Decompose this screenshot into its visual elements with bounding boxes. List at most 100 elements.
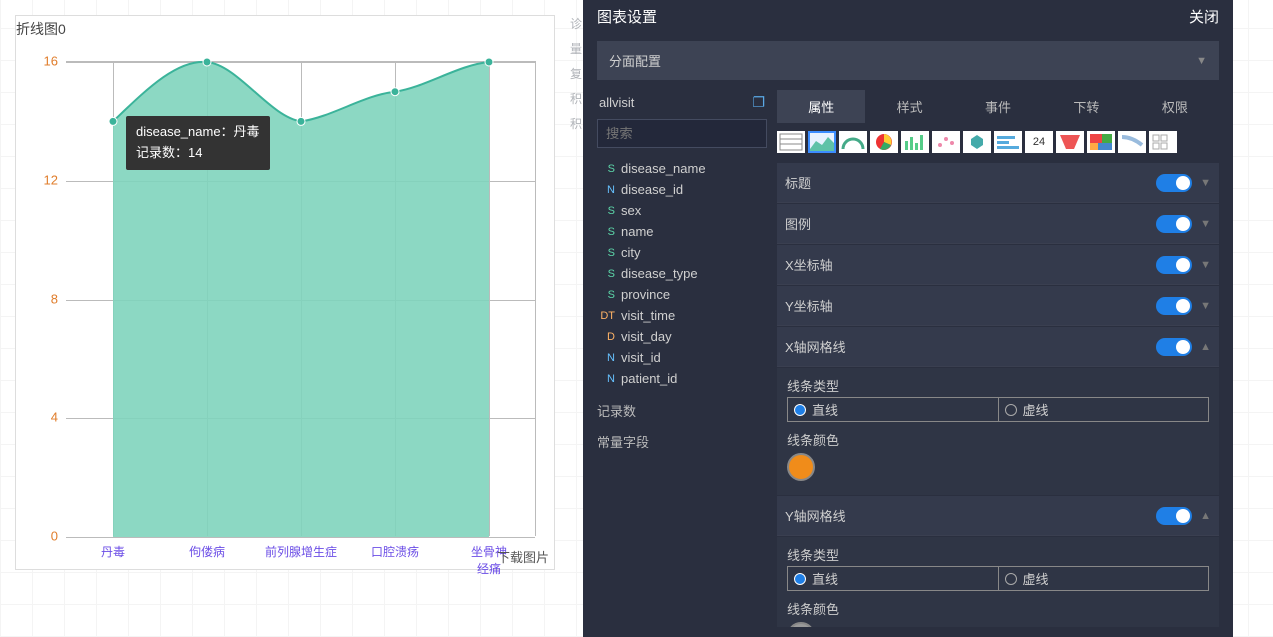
radio-dashed[interactable]: 虚线 (998, 398, 1209, 421)
field-item-disease_id[interactable]: Ndisease_id (597, 179, 767, 200)
field-type-badge: S (597, 268, 615, 280)
collapse-icon[interactable] (1200, 510, 1211, 522)
y-tick-8: 8 (23, 291, 58, 306)
panel-tabs: 属性 样式 事件 下转 权限 (777, 90, 1219, 123)
chart-type-funnel-icon[interactable] (1056, 131, 1084, 153)
tab-permission[interactable]: 权限 (1131, 90, 1219, 123)
panel-title: 图表设置 (597, 6, 657, 27)
record-count-label[interactable]: 记录数 (597, 401, 767, 420)
field-name: disease_name (621, 161, 706, 176)
toggle-yaxis[interactable] (1156, 297, 1192, 315)
field-type-badge: S (597, 205, 615, 217)
field-type-badge: DT (597, 310, 615, 322)
field-item-province[interactable]: Sprovince (597, 284, 767, 305)
field-type-badge: S (597, 226, 615, 238)
toggle-xaxis[interactable] (1156, 256, 1192, 274)
xgrid-sub-block: 线条类型 直线 虚线 线条颜色 (777, 368, 1219, 495)
chart-type-table-icon[interactable] (777, 131, 805, 153)
xgrid-color-swatch[interactable] (787, 453, 815, 481)
field-item-name[interactable]: Sname (597, 221, 767, 242)
field-name: province (621, 287, 670, 302)
chart-pane: 折线图0 disease (15, 15, 555, 570)
chart-type-number-icon[interactable]: 24 (1025, 131, 1053, 153)
chart-type-area-icon[interactable] (808, 131, 836, 153)
tab-events[interactable]: 事件 (954, 90, 1042, 123)
field-type-badge: S (597, 247, 615, 259)
radio-solid[interactable]: 直线 (788, 567, 998, 590)
line-type-label: 线条类型 (787, 545, 1209, 564)
field-type-badge: N (597, 352, 615, 364)
radio-dot-off-icon (1005, 573, 1017, 585)
field-type-badge: S (597, 163, 615, 175)
expand-icon[interactable] (1200, 259, 1211, 271)
chart-type-scatter-icon[interactable] (932, 131, 960, 153)
radio-dot-on-icon (794, 573, 806, 585)
field-item-visit_id[interactable]: Nvisit_id (597, 347, 767, 368)
copy-icon[interactable]: ❐ (752, 94, 765, 111)
prop-ygrid-row[interactable]: Y轴网格线 (777, 496, 1219, 536)
field-type-badge: N (597, 373, 615, 385)
toggle-xgrid[interactable] (1156, 338, 1192, 356)
chart-type-hex-icon[interactable] (963, 131, 991, 153)
panel-header: 图表设置 关闭 (583, 0, 1233, 33)
field-name: visit_time (621, 308, 675, 323)
collapse-icon[interactable] (1200, 341, 1211, 353)
y-tick-16: 16 (23, 54, 58, 69)
field-type-badge: S (597, 289, 615, 301)
data-source-row: allvisit ❐ (597, 90, 767, 119)
prop-legend-row[interactable]: 图例 (777, 204, 1219, 244)
plot-area (66, 61, 536, 536)
expand-icon[interactable] (1200, 300, 1211, 312)
field-item-disease_name[interactable]: Sdisease_name (597, 158, 767, 179)
field-name: disease_type (621, 266, 698, 281)
expand-icon[interactable] (1200, 177, 1211, 189)
side-sliver: 诊 量 复 积 积 (570, 15, 582, 132)
toggle-legend[interactable] (1156, 215, 1192, 233)
ygrid-sub-block: 线条类型 直线 虚线 线条颜色 (777, 537, 1219, 627)
facet-config-bar[interactable]: 分面配置 ▼ (597, 41, 1219, 80)
toggle-title[interactable] (1156, 174, 1192, 192)
chart-type-row: 24 (777, 131, 1219, 153)
radio-dot-on-icon (794, 404, 806, 416)
field-item-disease_type[interactable]: Sdisease_type (597, 263, 767, 284)
chart-type-matrix-icon[interactable] (1149, 131, 1177, 153)
field-item-sex[interactable]: Ssex (597, 200, 767, 221)
prop-title-row[interactable]: 标题 (777, 163, 1219, 203)
chart-type-sankey-icon[interactable] (1118, 131, 1146, 153)
chart-type-bar-icon[interactable] (901, 131, 929, 153)
props-column: 属性 样式 事件 下转 权限 24 (777, 90, 1219, 627)
field-name: city (621, 245, 641, 260)
chart-type-hbar-icon[interactable] (994, 131, 1022, 153)
ygrid-color-swatch[interactable] (787, 622, 815, 627)
field-item-city[interactable]: Scity (597, 242, 767, 263)
prop-xgrid-row[interactable]: X轴网格线 (777, 327, 1219, 367)
chevron-down-icon: ▼ (1196, 55, 1207, 67)
tab-attributes[interactable]: 属性 (777, 90, 865, 123)
data-source-name: allvisit (599, 95, 634, 110)
field-item-visit_day[interactable]: Dvisit_day (597, 326, 767, 347)
field-item-visit_time[interactable]: DT visit_time (597, 305, 767, 326)
toggle-ygrid[interactable] (1156, 507, 1192, 525)
download-image-link[interactable]: 下载图片 (497, 547, 549, 566)
field-name: patient_id (621, 371, 677, 386)
expand-icon[interactable] (1200, 218, 1211, 230)
close-button[interactable]: 关闭 (1189, 6, 1219, 27)
constant-field-label[interactable]: 常量字段 (597, 432, 767, 451)
radio-dashed[interactable]: 虚线 (998, 567, 1209, 590)
chart-type-gauge-icon[interactable] (839, 131, 867, 153)
tab-drill[interactable]: 下转 (1042, 90, 1130, 123)
field-name: sex (621, 203, 641, 218)
field-type-badge: D (597, 331, 615, 343)
tab-style[interactable]: 样式 (865, 90, 953, 123)
chart-type-treemap-icon[interactable] (1087, 131, 1115, 153)
field-name: disease_id (621, 182, 683, 197)
chart-type-pie-icon[interactable] (870, 131, 898, 153)
prop-yaxis-row[interactable]: Y坐标轴 (777, 286, 1219, 326)
y-tick-0: 0 (23, 529, 58, 544)
facet-label: 分面配置 (609, 51, 661, 70)
prop-xaxis-row[interactable]: X坐标轴 (777, 245, 1219, 285)
field-item-patient_id[interactable]: Npatient_id (597, 368, 767, 389)
search-input[interactable] (597, 119, 767, 148)
line-type-label: 线条类型 (787, 376, 1209, 395)
radio-solid[interactable]: 直线 (788, 398, 998, 421)
